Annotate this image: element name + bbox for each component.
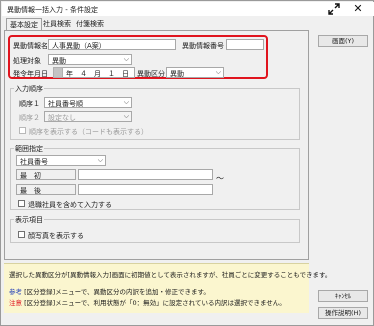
window-title: 異動情報一括入力 - 条件設定 (7, 6, 98, 14)
category-label: 異動区分 (137, 70, 165, 78)
last-label-box: 最 後 (16, 184, 76, 195)
show-order-label: 順序を表示する (29, 128, 78, 136)
tab-sticky-search[interactable]: 付箋検索 (73, 18, 107, 30)
close-icon[interactable]: ✕ (348, 2, 368, 16)
show-photo-checkbox[interactable] (18, 231, 25, 238)
screen-button[interactable]: 画面(Y) (318, 35, 368, 47)
warn-tag: 注意 (9, 299, 22, 307)
range-last-input[interactable] (78, 184, 213, 195)
order2-select[interactable]: 設定なし ⌵ (44, 111, 132, 122)
show-code-label: （コードも表示する） (78, 128, 148, 136)
first-label-box: 最 初 (16, 169, 76, 180)
show-order-checkbox[interactable] (19, 127, 26, 134)
chevron-down-icon: ⌵ (123, 55, 129, 63)
order2-value: 設定なし (48, 114, 76, 122)
input-order-title: 入力順序 (14, 84, 44, 94)
range-field-select[interactable]: 社員番号 ⌵ (16, 155, 106, 166)
note-line1: 選択した異動区分が[異動情報入力]画面に初期値として表示されますが、社員ごとに変… (9, 271, 332, 279)
category-value: 異動 (170, 70, 184, 78)
range-title: 範囲指定 (14, 144, 44, 154)
info-no-label: 異動情報番号 (182, 42, 224, 50)
include-retired-label: 退職社員を含めて入力する (28, 201, 112, 209)
help-button[interactable]: 操作説明(H) (318, 307, 368, 319)
chevron-down-icon: ⌵ (123, 112, 129, 120)
info-name-label: 異動情報名 (13, 42, 48, 50)
ref-text: [区分登録]メニューで、異動区分の内訳を追加・修正できます。 (24, 288, 210, 296)
order1-select[interactable]: 社員番号順 ⌵ (44, 97, 132, 108)
order1-label: 順序１ (19, 100, 40, 108)
order2-label: 順序２ (19, 114, 40, 122)
dialog-window: 異動情報一括入力 - 条件設定 ✕ 基本設定 社員検索 付箋検索 異動情報名 人… (0, 0, 374, 326)
include-retired-checkbox[interactable] (18, 200, 25, 207)
date-label: 発令年月日 (13, 70, 48, 78)
info-name-input[interactable]: 人事異動（A案） (48, 39, 176, 50)
chevron-down-icon: ⌵ (97, 156, 103, 164)
range-field-value: 社員番号 (20, 158, 48, 166)
info-no-input[interactable] (226, 39, 264, 50)
tab-employee-search[interactable]: 社員検索 (40, 18, 74, 30)
ref-tag: 参考 (9, 288, 22, 296)
range-first-input[interactable] (78, 169, 213, 180)
chevron-down-icon: ⌵ (215, 68, 221, 76)
note-ref: 参考 [区分登録]メニューで、異動区分の内訳を追加・修正できます。 (9, 286, 210, 296)
target-label: 処理対象 (13, 57, 41, 65)
range-tilde: ～ (216, 174, 224, 183)
last-label: 最 後 (20, 187, 41, 195)
first-label: 最 初 (20, 172, 41, 180)
era-mask (53, 67, 63, 78)
cancel-button[interactable]: ｷｬﾝｾﾙ (318, 290, 368, 302)
target-select[interactable]: 異動 ⌵ (48, 54, 132, 65)
chevron-down-icon: ⌵ (123, 98, 129, 106)
note-warn: 注意 [区分登録]メニューで、利用状態が「0：無効」に設定されている内訳は選択で… (9, 297, 286, 307)
expand-arrows-icon[interactable] (324, 2, 344, 16)
order1-value: 社員番号順 (48, 100, 83, 108)
show-photo-label: 顔写真を表示する (28, 232, 84, 240)
category-select[interactable]: 異動 ⌵ (166, 67, 224, 78)
warn-text: [区分登録]メニューで、利用状態が「0：無効」に設定されている内訳は選択できませ… (24, 299, 286, 307)
title-bar: 異動情報一括入力 - 条件設定 ✕ (2, 2, 374, 16)
display-title: 表示項目 (14, 215, 44, 225)
target-value: 異動 (52, 57, 66, 65)
date-input[interactable]: 年 ４ 月 １ 日 (63, 67, 135, 78)
